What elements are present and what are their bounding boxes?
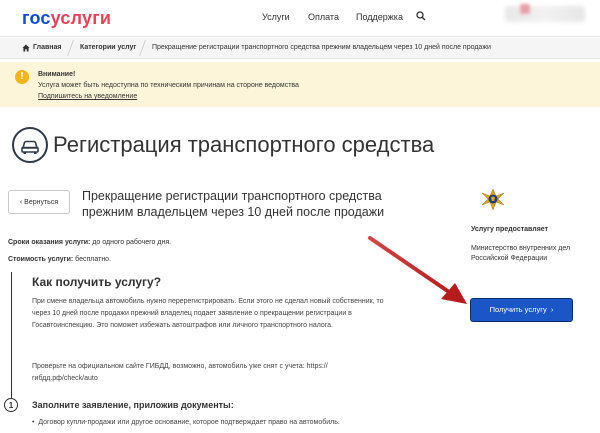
page-title: Регистрация транспортного средства (53, 132, 435, 157)
back-button-label: Вернуться (24, 199, 59, 206)
cost-label: Стоимость услуги: (8, 256, 74, 263)
gosuslugi-logo[interactable]: госуслуги (22, 8, 111, 29)
bullet-icon: • (32, 419, 35, 426)
back-button[interactable]: ‹ Вернуться (8, 190, 70, 214)
header: госуслуги Услуги Оплата Поддержка (0, 0, 600, 37)
steps-timeline (11, 272, 12, 400)
warning-icon: ! (15, 70, 29, 84)
breadcrumb-home[interactable]: Главная (33, 38, 61, 58)
alert-title: Внимание! (38, 71, 76, 78)
breadcrumb-categories[interactable]: Категории услуг (80, 38, 136, 58)
breadcrumb-separator (139, 40, 146, 56)
cost-value: бесплатно. (75, 256, 112, 263)
breadcrumb: Главная Категории услуг Прекращение реги… (0, 38, 600, 59)
breadcrumb-current: Прекращение регистрации транспортного ср… (152, 44, 491, 51)
nav-payment[interactable]: Оплата (308, 12, 339, 22)
service-term: Сроки оказания услуги: до одного рабочег… (8, 239, 171, 246)
chevron-right-icon: › (550, 305, 554, 314)
alert-text: Услуга может быть недоступна по техничес… (38, 82, 299, 89)
get-service-label: Получить услугу (489, 305, 547, 314)
how-to-title: Как получить услугу? (32, 275, 162, 289)
mvd-emblem-icon (481, 188, 505, 211)
chevron-left-icon: ‹ (19, 199, 23, 206)
car-icon (12, 127, 48, 163)
step-title: Заполните заявление, приложив документы: (32, 400, 234, 410)
how-to-paragraph: При смене владельца автомобиль нужно пер… (32, 298, 384, 329)
breadcrumb-separator (67, 40, 74, 56)
nav-services[interactable]: Услуги (262, 12, 290, 22)
term-label: Сроки оказания услуги: (8, 239, 91, 246)
provider-label: Услугу предоставляет (471, 226, 549, 233)
check-gibdd-paragraph: Проверьте на официальном сайте ГИБДД, во… (32, 363, 328, 382)
service-cost: Стоимость услуги: бесплатно. (8, 256, 111, 263)
logo-part-uslugi: услуги (50, 8, 112, 28)
maintenance-alert: ! Внимание! Услуга может быть недоступна… (0, 62, 600, 107)
nav-support[interactable]: Поддержка (356, 12, 403, 22)
list-item-text: Договор купли-продажи или другое основан… (38, 419, 340, 426)
user-avatar-blurred (520, 4, 530, 14)
search-icon[interactable] (415, 10, 427, 22)
subscribe-link[interactable]: Подпишитесь на уведомление (38, 93, 137, 100)
user-profile-blurred[interactable] (505, 6, 585, 22)
service-title: Прекращение регистрации транспортного ср… (82, 189, 385, 219)
provider-name[interactable]: Министерство внутренних дел Российской Ф… (471, 244, 581, 264)
home-icon (22, 44, 30, 52)
get-service-button[interactable]: Получить услугу › (470, 298, 573, 322)
logo-part-gos: гос (22, 8, 51, 28)
list-item: • Договор купли-продажи или другое основ… (32, 419, 340, 426)
step-number: 1 (4, 398, 18, 412)
term-value: до одного рабочего дня. (92, 239, 172, 246)
